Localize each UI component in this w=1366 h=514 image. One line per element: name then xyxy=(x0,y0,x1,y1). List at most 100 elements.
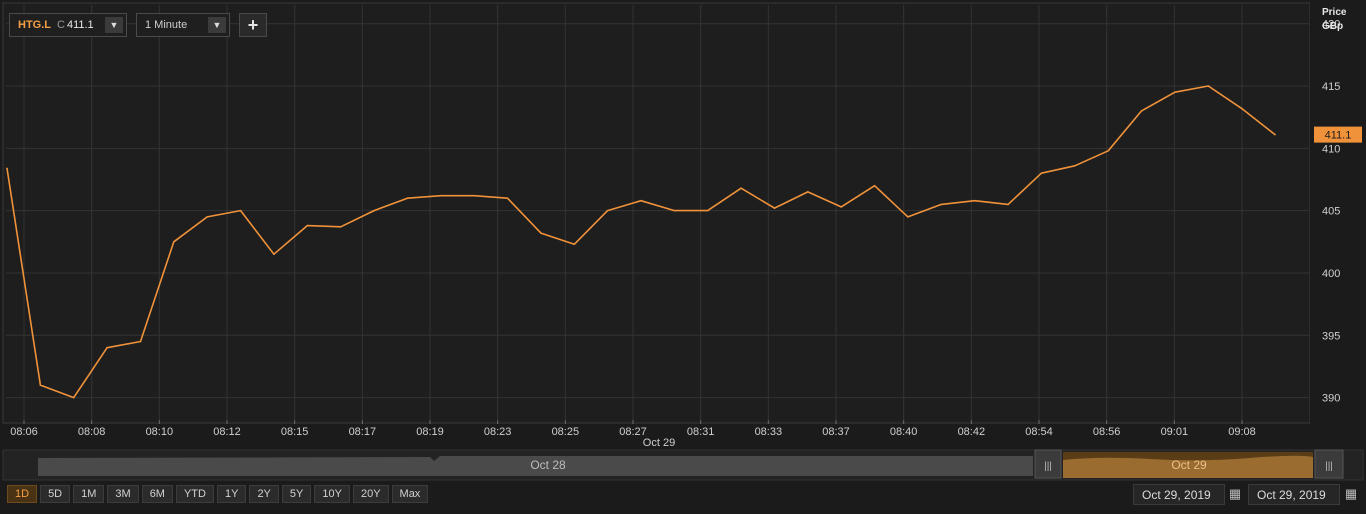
x-tick-label: 09:08 xyxy=(1228,426,1256,438)
y-tick-label: 395 xyxy=(1322,330,1340,342)
symbol-selector[interactable]: HTG.L C 411.1 ▼ xyxy=(9,13,127,37)
data-point xyxy=(506,197,509,199)
x-tick-label: 08:40 xyxy=(890,426,918,438)
range-button-6m[interactable]: 6M xyxy=(141,485,173,503)
x-tick-label: 09:01 xyxy=(1161,426,1189,438)
data-point xyxy=(807,191,809,193)
navigator-left-label: Oct 28 xyxy=(530,458,566,472)
data-point xyxy=(339,226,342,228)
data-point xyxy=(439,194,442,197)
date-from-field[interactable]: Oct 29, 2019 xyxy=(1133,484,1225,505)
data-point xyxy=(940,203,943,206)
price-axis-unit: GBp xyxy=(1322,21,1343,32)
range-button-5y[interactable]: 5Y xyxy=(281,485,312,503)
data-point xyxy=(1007,203,1009,206)
y-tick-label: 400 xyxy=(1322,268,1340,280)
grip-icon: ||| xyxy=(1325,461,1333,472)
range-button-5d[interactable]: 5D xyxy=(40,485,71,503)
data-point xyxy=(907,216,909,218)
x-tick-label: 08:54 xyxy=(1025,426,1053,438)
chevron-down-icon[interactable]: ▼ xyxy=(105,17,123,33)
data-point xyxy=(640,199,642,202)
range-button-max[interactable]: Max xyxy=(391,485,429,503)
data-point xyxy=(740,187,742,189)
y-tick-label: 410 xyxy=(1322,143,1340,155)
last-price-label: 411.1 xyxy=(1325,130,1352,142)
x-tick-label: 08:15 xyxy=(281,426,309,438)
range-button-2y[interactable]: 2Y xyxy=(249,485,279,503)
data-point xyxy=(6,167,8,170)
x-tick-label: 08:56 xyxy=(1093,426,1121,438)
price-chart[interactable]: 39039540040541041542008:06 08:08 08:10 08:1… xyxy=(0,0,1366,514)
data-point xyxy=(373,209,375,212)
y-tick-label: 390 xyxy=(1322,393,1340,405)
data-point xyxy=(72,396,75,399)
x-tick-label: 08:25 xyxy=(552,426,580,438)
data-point xyxy=(1040,172,1043,175)
data-point xyxy=(473,194,475,197)
x-tick-label: 08:08 xyxy=(78,426,106,438)
data-point xyxy=(206,216,209,218)
calendar-icon[interactable]: ▦ xyxy=(1227,486,1243,502)
data-point xyxy=(1207,85,1210,87)
data-point xyxy=(773,207,776,209)
close-prefix: C xyxy=(57,19,65,31)
symbol-label: HTG.L xyxy=(18,19,51,31)
x-tick-label: 08:42 xyxy=(958,426,986,438)
data-point xyxy=(606,209,609,212)
date-to-field[interactable]: Oct 29, 2019 xyxy=(1248,484,1340,505)
data-point xyxy=(1107,150,1109,152)
data-point xyxy=(139,340,142,343)
data-point xyxy=(273,253,275,256)
interval-label: 1 Minute xyxy=(145,19,188,31)
data-point xyxy=(573,243,576,246)
data-point xyxy=(306,224,309,227)
range-button-ytd[interactable]: YTD xyxy=(175,485,214,503)
x-tick-label: 08:06 xyxy=(10,426,38,438)
navigator-right-label: Oct 29 xyxy=(1171,458,1207,472)
add-study-button[interactable]: + xyxy=(239,13,267,37)
close-value: 411.1 xyxy=(66,19,94,31)
data-point xyxy=(1240,107,1243,110)
x-tick-label: 08:12 xyxy=(213,426,241,438)
data-point xyxy=(873,184,876,187)
price-axis-title: Price xyxy=(1322,7,1347,18)
calendar-icon[interactable]: ▦ xyxy=(1343,486,1359,502)
plot-area xyxy=(2,2,1311,424)
data-point xyxy=(39,384,42,386)
data-point xyxy=(1274,133,1276,136)
range-button-1m[interactable]: 1M xyxy=(73,485,105,503)
data-point xyxy=(406,197,409,199)
data-point xyxy=(1140,110,1143,112)
data-point xyxy=(106,346,108,349)
data-point xyxy=(540,232,542,234)
x-tick-label: 08:37 xyxy=(822,426,850,438)
chevron-down-icon[interactable]: ▼ xyxy=(208,17,226,33)
x-date-marker: Oct 29 xyxy=(643,437,675,449)
data-point xyxy=(706,209,709,212)
data-point xyxy=(1073,164,1076,167)
chart-toolbar: HTG.L C 411.1 ▼ 1 Minute ▼ + xyxy=(9,13,267,37)
data-point xyxy=(673,209,676,212)
x-tick-label: 08:23 xyxy=(484,426,512,438)
x-tick-label: 08:10 xyxy=(146,426,174,438)
x-tick-label: 08:33 xyxy=(755,426,783,438)
x-tick-label: 08:31 xyxy=(687,426,715,438)
range-selector: 1D 5D 1M 3M 6M YTD 1Y 2Y 5Y 10Y 20Y Max xyxy=(7,485,429,503)
x-tick-label: 08:19 xyxy=(416,426,444,438)
range-button-20y[interactable]: 20Y xyxy=(352,485,389,503)
range-button-1y[interactable]: 1Y xyxy=(216,485,247,503)
data-point xyxy=(173,240,175,243)
range-button-3m[interactable]: 3M xyxy=(107,485,139,503)
grip-icon: ||| xyxy=(1044,461,1052,472)
y-tick-label: 405 xyxy=(1322,206,1340,218)
range-button-10y[interactable]: 10Y xyxy=(314,485,350,503)
data-point xyxy=(239,209,242,212)
interval-selector[interactable]: 1 Minute ▼ xyxy=(136,13,230,37)
x-tick-label: 08:17 xyxy=(349,426,377,438)
data-point xyxy=(840,206,843,208)
y-tick-label: 415 xyxy=(1322,81,1340,93)
data-point xyxy=(1174,91,1176,94)
range-button-1d[interactable]: 1D xyxy=(7,485,38,503)
data-point xyxy=(973,199,976,202)
